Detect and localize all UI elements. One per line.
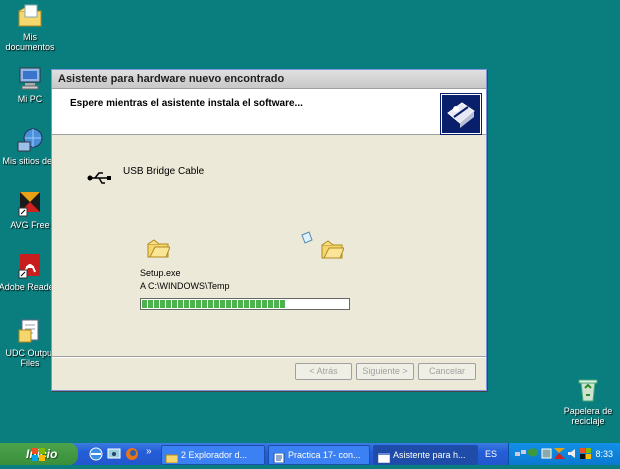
desktop-icon-recycle-bin[interactable]: Papelera de reciclaje	[556, 376, 620, 426]
next-button[interactable]: Siguiente >	[356, 363, 414, 380]
back-button[interactable]: < Atrás	[295, 363, 352, 380]
desktop-icon-label: Mis documentos	[5, 32, 55, 52]
device-name: USB Bridge Cable	[123, 166, 205, 177]
desktop-icon-label: Papelera de reciclaje	[563, 406, 613, 426]
quicklaunch-firefox-icon[interactable]	[124, 446, 140, 462]
taskbar-item-explorer[interactable]: 2 Explorador d...	[161, 445, 265, 465]
hardware-wizard-window[interactable]: Asistente para hardware nuevo encontrado…	[51, 69, 487, 391]
progress-fill	[142, 300, 287, 308]
wizard-header: Espere mientras el asistente instala el …	[52, 89, 486, 135]
quicklaunch-ie-icon[interactable]	[88, 446, 104, 462]
quicklaunch-show-desktop-icon[interactable]	[106, 446, 122, 462]
install-progress-bar	[140, 298, 350, 310]
connection-tray-icon[interactable]	[541, 448, 552, 459]
language-indicator[interactable]: ES	[480, 446, 502, 462]
flying-document-icon	[300, 231, 314, 248]
quicklaunch-overflow[interactable]: »	[146, 446, 152, 457]
taskbar-item-hardware-wizard[interactable]: Asistente para h...	[373, 445, 478, 465]
word-document-icon	[273, 451, 285, 464]
task-label: Practica 17- con...	[288, 450, 361, 460]
window-icon	[377, 451, 391, 464]
hardware-wizard-icon	[440, 93, 482, 135]
avg-logo-icon	[16, 190, 44, 218]
source-folder-icon	[146, 237, 171, 262]
output-files-folder-icon	[16, 318, 44, 346]
current-file-name: Setup.exe	[140, 268, 181, 278]
usb-icon	[87, 171, 113, 188]
taskbar-item-word-document[interactable]: Practica 17- con...	[268, 445, 370, 465]
taskbar: Inicio » 2 Explorador d... Practica 17- …	[0, 443, 620, 465]
start-button[interactable]: Inicio	[0, 443, 78, 465]
avg-tray-icon[interactable]	[554, 448, 565, 459]
task-label: 2 Explorador d...	[181, 450, 248, 460]
wizard-heading: Espere mientras el asistente instala el …	[70, 98, 303, 109]
destination-folder-icon	[320, 238, 345, 263]
computer-icon	[16, 64, 44, 92]
cancel-button[interactable]: Cancelar	[418, 363, 476, 380]
adobe-reader-icon	[16, 252, 44, 280]
system-tray: 8:33	[508, 443, 620, 465]
windows-logo-icon	[6, 447, 45, 461]
security-tray-icon[interactable]	[528, 448, 539, 459]
task-label: Asistente para h...	[393, 450, 466, 460]
window-title-bar[interactable]: Asistente para hardware nuevo encontrado	[52, 70, 486, 89]
network-tray-icon[interactable]	[515, 448, 526, 459]
folder-icon	[16, 2, 44, 30]
desktop-icon-my-documents[interactable]: Mis documentos	[0, 2, 62, 52]
taskbar-clock[interactable]: 8:33	[595, 443, 613, 465]
network-places-icon	[16, 126, 44, 154]
destination-path: A C:\WINDOWS\Temp	[140, 281, 230, 291]
recycle-bin-icon	[574, 376, 602, 404]
antivirus-tray-icon[interactable]	[580, 448, 591, 459]
folder-icon	[165, 451, 179, 464]
button-separator	[52, 356, 486, 358]
volume-tray-icon[interactable]	[567, 448, 578, 459]
